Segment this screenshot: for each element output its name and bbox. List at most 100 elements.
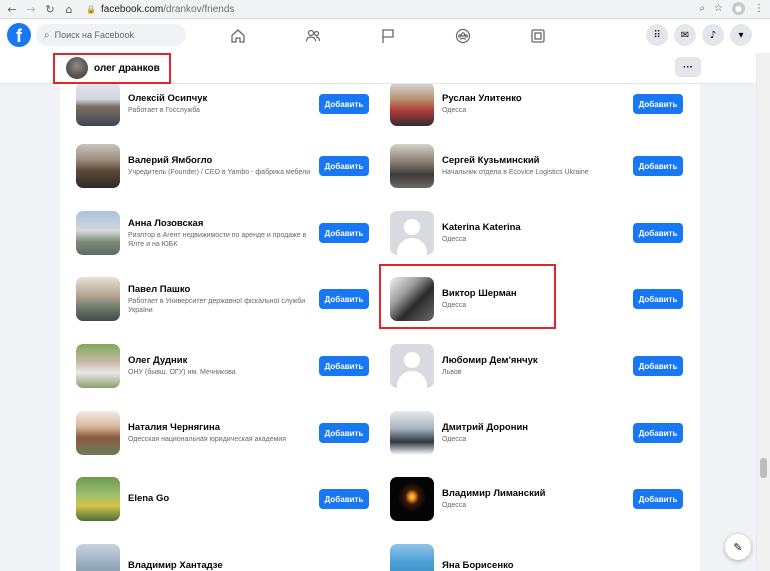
- friend-info: Павел Пашко Работает в Университет держа…: [128, 277, 316, 321]
- friend-name[interactable]: Владимир Лиманский: [442, 488, 630, 500]
- friend-name[interactable]: Павел Пашко: [128, 284, 316, 296]
- facebook-header: f ⌕ Поиск на Facebook ⠿ ✉ ♪ ▾: [0, 19, 770, 53]
- friend-photo[interactable]: [76, 277, 120, 321]
- add-friend-button[interactable]: Добавить: [633, 223, 683, 243]
- friend-subtitle: ОНУ (бывш. ОГУ) им. Мечникова: [128, 369, 236, 376]
- add-friend-button[interactable]: Добавить: [319, 156, 369, 176]
- url-path: /drankov/friends: [163, 4, 235, 15]
- browser-menu-icon[interactable]: ⋮: [754, 3, 764, 14]
- add-friend-button[interactable]: Добавить: [319, 356, 369, 376]
- add-friend-button[interactable]: Добавить: [319, 423, 369, 443]
- friend-name[interactable]: Сергей Кузьминский: [442, 155, 630, 167]
- friend-subtitle: Одесса: [442, 502, 467, 509]
- search-input[interactable]: ⌕ Поиск на Facebook: [36, 24, 186, 46]
- page-scrollbar[interactable]: [756, 53, 770, 571]
- friend-info: Любомир Дем'янчук Львов: [442, 344, 630, 388]
- add-friend-button[interactable]: Добавить: [633, 423, 683, 443]
- browser-actions: ⌕ ☆ ● ⋮: [699, 2, 764, 15]
- friend-card: Анна Лозовская Риэлтор в Агент недвижимо…: [76, 211, 386, 255]
- friend-photo[interactable]: [76, 344, 120, 388]
- back-icon[interactable]: ←: [5, 2, 19, 16]
- highlight-profile-name: [53, 53, 171, 84]
- friend-info: Сергей Кузьминский Начальник отдела в Ec…: [442, 144, 630, 188]
- friend-card: Владимир Лиманский Одесса Добавить: [390, 477, 700, 521]
- friend-card: Олег Дудник ОНУ (бывш. ОГУ) им. Мечников…: [76, 344, 386, 388]
- friend-photo[interactable]: [76, 211, 120, 255]
- bookmark-star-icon[interactable]: ☆: [714, 3, 723, 14]
- more-options-button[interactable]: ···: [675, 57, 701, 77]
- menu-grid-icon[interactable]: ⠿: [646, 24, 668, 46]
- friend-name[interactable]: Яна Борисенко: [442, 560, 630, 571]
- add-friend-button[interactable]: Добавить: [633, 289, 683, 309]
- friend-name[interactable]: Elena Go: [128, 493, 316, 505]
- add-friend-button[interactable]: Добавить: [319, 223, 369, 243]
- notifications-bell-icon[interactable]: ♪: [702, 24, 724, 46]
- friend-card: Павел Пашко Работает в Университет держа…: [76, 277, 386, 321]
- friend-card: Валерий Ямбогло Учредитель (Founder) / C…: [76, 144, 386, 188]
- friend-name[interactable]: Дмитрий Доронин: [442, 422, 630, 434]
- friend-photo[interactable]: [390, 477, 434, 521]
- tab-friends[interactable]: [275, 19, 350, 53]
- main-nav: [200, 19, 575, 53]
- friend-name[interactable]: Katerina Katerina: [442, 222, 630, 234]
- friend-name[interactable]: Владимир Хантадзе: [128, 560, 316, 571]
- add-friend-button[interactable]: Добавить: [319, 94, 369, 114]
- new-message-edit-icon[interactable]: ✎: [725, 534, 751, 560]
- friend-info: Владимир Лиманский Одесса: [442, 477, 630, 521]
- friend-subtitle: Работает в Госслужба: [128, 107, 200, 114]
- default-avatar-icon: [390, 211, 434, 255]
- tab-groups[interactable]: [425, 19, 500, 53]
- reload-icon[interactable]: ↻: [43, 2, 57, 16]
- url-host: facebook.com: [101, 4, 164, 15]
- forward-icon[interactable]: →: [24, 2, 38, 16]
- friend-photo[interactable]: [76, 477, 120, 521]
- friend-photo[interactable]: [390, 344, 434, 388]
- browser-profile-icon[interactable]: ●: [732, 2, 745, 15]
- address-bar[interactable]: 🔒 facebook.com/drankov/friends: [86, 2, 696, 17]
- add-friend-button[interactable]: Добавить: [633, 156, 683, 176]
- friend-card: Дмитрий Доронин Одесса Добавить: [390, 411, 700, 455]
- friend-info: Дмитрий Доронин Одесса: [442, 411, 630, 455]
- add-friend-button[interactable]: Добавить: [633, 356, 683, 376]
- friend-name[interactable]: Олег Дудник: [128, 355, 316, 367]
- friend-photo[interactable]: [390, 84, 434, 126]
- friend-photo[interactable]: [76, 144, 120, 188]
- friend-photo[interactable]: [390, 411, 434, 455]
- friend-photo[interactable]: [76, 544, 120, 571]
- friend-name[interactable]: Наталия Чернягина: [128, 422, 316, 434]
- friend-photo[interactable]: [76, 411, 120, 455]
- messenger-icon[interactable]: ✉: [674, 24, 696, 46]
- add-friend-button[interactable]: Добавить: [633, 489, 683, 509]
- scrollbar-thumb[interactable]: [760, 458, 767, 478]
- friend-card: Katerina Katerina Одесса Добавить: [390, 211, 700, 255]
- friend-subtitle: Начальник отдела в Ecovice Logistics Ukr…: [442, 169, 589, 176]
- add-friend-button[interactable]: Добавить: [319, 289, 369, 309]
- friend-name[interactable]: Олексій Осипчук: [128, 93, 316, 105]
- flag-icon: [381, 29, 394, 43]
- default-avatar-icon: [390, 344, 434, 388]
- facebook-logo-icon[interactable]: f: [7, 23, 31, 47]
- account-dropdown-icon[interactable]: ▾: [730, 24, 752, 46]
- friend-name[interactable]: Руслан Улитенко: [442, 93, 630, 105]
- friend-card: Владимир Хантадзе: [76, 544, 386, 571]
- tab-gaming[interactable]: [500, 19, 575, 53]
- zoom-icon[interactable]: ⌕: [699, 3, 705, 14]
- friend-info: Владимир Хантадзе: [128, 544, 316, 571]
- tab-home[interactable]: [200, 19, 275, 53]
- friend-photo[interactable]: [390, 544, 434, 571]
- home-browser-icon[interactable]: ⌂: [62, 2, 76, 16]
- friend-subtitle: Одесса: [442, 436, 467, 443]
- friend-info: Наталия Чернягина Одесская национальная …: [128, 411, 316, 455]
- friends-icon: [305, 29, 320, 42]
- add-friend-button[interactable]: Добавить: [633, 94, 683, 114]
- friend-info: Katerina Katerina Одесса: [442, 211, 630, 255]
- friend-name[interactable]: Любомир Дем'янчук: [442, 355, 630, 367]
- friend-photo[interactable]: [76, 84, 120, 126]
- friend-photo[interactable]: [390, 144, 434, 188]
- friend-photo[interactable]: [390, 211, 434, 255]
- friend-subtitle: Одесса: [442, 107, 467, 114]
- tab-pages[interactable]: [350, 19, 425, 53]
- friend-name[interactable]: Анна Лозовская: [128, 218, 316, 230]
- friend-name[interactable]: Валерий Ямбогло: [128, 155, 316, 167]
- add-friend-button[interactable]: Добавить: [319, 489, 369, 509]
